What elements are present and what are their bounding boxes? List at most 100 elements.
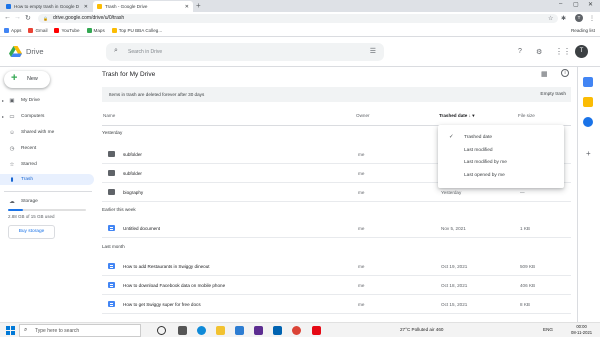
sort-option-last-modified-by-me[interactable]: Last modified by me bbox=[438, 156, 564, 169]
sidebar-item-starred[interactable]: ☆ Starred bbox=[0, 159, 94, 170]
file-owner: me bbox=[358, 190, 365, 195]
sidebar-item-trash[interactable]: ▮ Trash bbox=[0, 174, 94, 185]
bookmark-youtube[interactable]: YouTube bbox=[54, 28, 80, 33]
new-tab-button[interactable]: + bbox=[196, 1, 201, 10]
close-window-icon[interactable]: ✕ bbox=[588, 1, 593, 8]
keep-icon[interactable] bbox=[583, 97, 593, 107]
forward-icon[interactable]: → bbox=[14, 14, 21, 21]
grid-view-icon[interactable]: ▦ bbox=[541, 70, 548, 78]
column-header-file-size: File size bbox=[518, 113, 535, 118]
sidebar-item-computers[interactable]: ▸ ▭ Computers bbox=[0, 111, 94, 122]
empty-trash-button[interactable]: Empty trash bbox=[540, 92, 566, 97]
menu-kebab-icon[interactable]: ⋮ bbox=[589, 15, 595, 22]
settings-gear-icon[interactable]: ⚙ bbox=[536, 48, 542, 56]
sort-option-last-opened-by-me[interactable]: Last opened by me bbox=[438, 169, 564, 182]
table-row[interactable]: How to get Swiggy super for free docs me… bbox=[102, 295, 571, 314]
minimize-icon[interactable]: – bbox=[559, 1, 562, 7]
drive-logo-text[interactable]: Drive bbox=[26, 47, 44, 56]
chrome-icon[interactable] bbox=[292, 326, 301, 335]
profile-avatar[interactable]: T bbox=[575, 14, 583, 22]
back-icon[interactable]: ← bbox=[4, 14, 11, 21]
info-icon[interactable]: i bbox=[561, 69, 569, 77]
app-icon[interactable] bbox=[254, 326, 263, 335]
drive-logo-icon[interactable] bbox=[9, 46, 22, 57]
table-row[interactable]: Untitled document me Nov 5, 2021 1 KB bbox=[102, 219, 571, 238]
system-clock[interactable]: 00:00 08-11-2021 bbox=[571, 324, 592, 336]
sort-option-trashed-date[interactable]: ✓ Trashed date bbox=[438, 131, 564, 144]
browser-tab-strip: How to empty trash in Google D ✕ Trash -… bbox=[0, 0, 600, 12]
clock-icon: ◷ bbox=[9, 145, 15, 152]
sidebar-item-storage[interactable]: ☁ Storage bbox=[0, 196, 94, 207]
maximize-icon[interactable]: ▢ bbox=[573, 1, 579, 8]
star-icon: ☆ bbox=[9, 161, 15, 168]
dropdown-caret-icon[interactable]: ▾ bbox=[472, 113, 474, 118]
buy-storage-button[interactable]: Buy storage bbox=[8, 225, 55, 239]
edge-icon[interactable] bbox=[197, 326, 206, 335]
google-apps-icon[interactable]: ⋮⋮ bbox=[555, 47, 571, 56]
cloud-icon: ☁ bbox=[9, 198, 15, 205]
tasks-icon[interactable] bbox=[583, 117, 593, 127]
store-icon[interactable] bbox=[235, 326, 244, 335]
bookmark-label: YouTube bbox=[61, 28, 80, 33]
lock-icon[interactable]: 🔒 bbox=[43, 16, 48, 21]
file-name: biography bbox=[123, 190, 144, 195]
file-name: How to add Restaurants in Swiggy dineout bbox=[123, 264, 210, 269]
table-row[interactable]: How to download Facebook data on mobile … bbox=[102, 276, 571, 295]
bookmark-apps[interactable]: Apps bbox=[4, 28, 21, 33]
search-icon[interactable]: ⌕ bbox=[114, 47, 118, 55]
file-owner: me bbox=[358, 152, 365, 157]
column-header-name[interactable]: Name bbox=[103, 113, 115, 118]
reload-icon[interactable]: ↻ bbox=[25, 14, 31, 22]
bookmark-gmail[interactable]: Gmail bbox=[28, 28, 47, 33]
account-avatar[interactable]: T bbox=[575, 45, 588, 58]
browser-tab-article[interactable]: How to empty trash in Google D ✕ bbox=[2, 1, 92, 12]
url-field[interactable]: drive.google.com/drive/u/0/trash bbox=[38, 14, 558, 23]
sidebar-item-shared[interactable]: ☺ Shared with me bbox=[0, 127, 94, 138]
taskbar-search-input[interactable]: Type here to search bbox=[35, 328, 79, 334]
sidebar-item-recent[interactable]: ◷ Recent bbox=[0, 143, 94, 154]
bookmark-star-icon[interactable]: ☆ bbox=[548, 15, 553, 22]
column-header-owner: Owner bbox=[356, 113, 370, 118]
group-label-last-month: Last month bbox=[102, 244, 125, 249]
new-button[interactable]: + New bbox=[4, 71, 50, 88]
table-row[interactable]: How to add Restaurants in Swiggy dineout… bbox=[102, 257, 571, 276]
browser-tab-drive[interactable]: Trash - Google Drive ✕ bbox=[93, 1, 193, 12]
close-tab-icon[interactable]: ✕ bbox=[84, 4, 88, 10]
file-explorer-icon[interactable] bbox=[216, 326, 225, 335]
reading-list-button[interactable]: Reading list bbox=[571, 28, 595, 33]
checkmark-icon: ✓ bbox=[449, 134, 454, 140]
column-header-trashed-date[interactable]: Trashed date ↓ ▾ bbox=[439, 113, 475, 119]
folder-icon bbox=[108, 189, 115, 195]
sidebar-divider bbox=[4, 191, 92, 192]
sidebar-item-label: Trash bbox=[21, 177, 34, 182]
sort-option-label: Last opened by me bbox=[464, 172, 505, 178]
mail-icon[interactable] bbox=[273, 326, 282, 335]
drive-icon: ▣ bbox=[9, 97, 15, 104]
trashed-date: Oct 18, 2021 bbox=[441, 283, 468, 288]
windows-start-icon[interactable] bbox=[6, 326, 15, 335]
help-icon[interactable]: ? bbox=[518, 48, 522, 55]
search-options-icon[interactable]: ☰ bbox=[370, 47, 376, 55]
bookmark-maps[interactable]: Maps bbox=[86, 28, 105, 33]
get-addons-plus-icon[interactable]: + bbox=[586, 149, 591, 158]
page-title[interactable]: Trash for My Drive bbox=[102, 71, 155, 78]
language-indicator[interactable]: ENG bbox=[543, 327, 553, 332]
search-bar[interactable]: ⌕ Search in Drive ☰ bbox=[106, 43, 384, 61]
extensions-icon[interactable]: ✱ bbox=[561, 15, 566, 22]
storage-meter-fill bbox=[8, 209, 23, 211]
search-input[interactable]: Search in Drive bbox=[128, 49, 162, 55]
close-tab-icon[interactable]: ✕ bbox=[185, 4, 189, 10]
task-view-icon[interactable] bbox=[178, 326, 187, 335]
bookmark-bba[interactable]: Top PU BBA Colleg... bbox=[111, 28, 162, 33]
trash-icon: ▮ bbox=[10, 176, 14, 183]
sort-option-label: Trashed date bbox=[464, 135, 493, 140]
sidebar-item-my-drive[interactable]: ▸ ▣ My Drive bbox=[0, 95, 94, 106]
sort-option-last-modified[interactable]: Last modified bbox=[438, 144, 564, 157]
bookmark-label: Apps bbox=[11, 28, 22, 33]
weather-widget[interactable]: 27°C Polluted air 460 bbox=[400, 327, 443, 332]
maps-icon bbox=[86, 28, 92, 33]
netflix-icon[interactable] bbox=[312, 326, 321, 335]
calendar-icon[interactable] bbox=[583, 77, 593, 87]
taskbar-search-box[interactable]: ⌕ Type here to search bbox=[19, 324, 141, 337]
cortana-icon[interactable] bbox=[157, 326, 166, 335]
